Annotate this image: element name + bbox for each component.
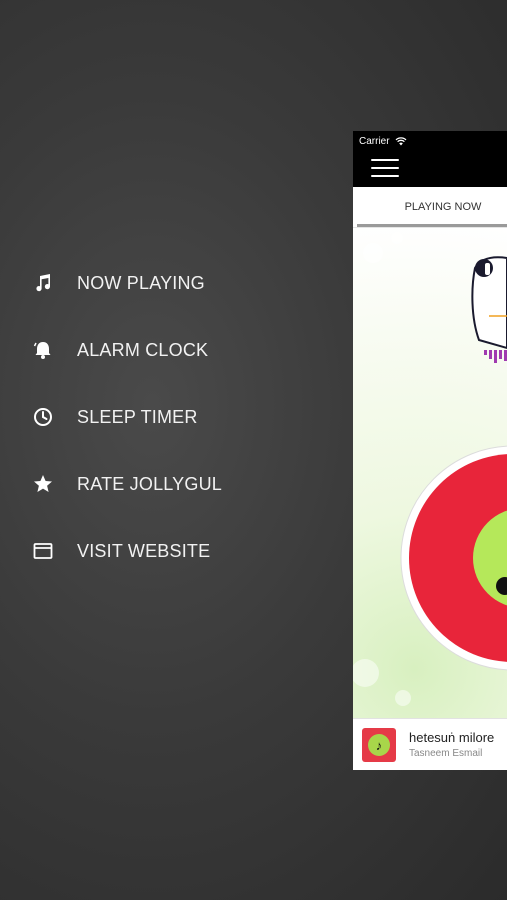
tab-playing-now[interactable]: PLAYING NOW	[353, 187, 507, 227]
menu-item-visit-website[interactable]: VISIT WEBSITE	[32, 534, 332, 568]
music-note-icon: ♪	[368, 734, 390, 756]
menu-item-label: RATE JOLLYGUL	[77, 473, 222, 494]
track-thumbnail: ♪	[362, 728, 396, 762]
menu-item-alarm-clock[interactable]: ALARM CLOCK	[32, 333, 332, 367]
carrier-label: Carrier	[359, 135, 390, 147]
menu-item-label: ALARM CLOCK	[77, 339, 209, 360]
tab-label: PLAYING NOW	[404, 201, 482, 213]
music-note-icon	[32, 272, 54, 294]
app-panel[interactable]: Carrier PLAYING NOW ♪ hetesuṅ milore Tas…	[353, 131, 507, 770]
star-icon	[32, 473, 54, 495]
nav-bar	[353, 151, 507, 187]
menu-item-label: SLEEP TIMER	[77, 406, 198, 427]
track-title: hetesuṅ milore	[409, 730, 495, 745]
mini-player[interactable]: ♪ hetesuṅ milore Tasneem Esmail	[353, 718, 507, 770]
tab-bar: PLAYING NOW	[353, 187, 507, 228]
album-artwork	[353, 228, 507, 718]
status-bar: Carrier	[353, 131, 507, 151]
browser-window-icon	[32, 540, 54, 562]
logo-graphic	[471, 256, 507, 363]
menu-item-sleep-timer[interactable]: SLEEP TIMER	[32, 400, 332, 434]
menu-item-label: VISIT WEBSITE	[77, 540, 211, 561]
tab-indicator	[357, 224, 507, 227]
wifi-icon	[395, 136, 407, 146]
menu-item-now-playing[interactable]: NOW PLAYING	[32, 266, 332, 300]
clock-icon	[32, 406, 54, 428]
bell-icon	[32, 339, 54, 361]
menu-item-label: NOW PLAYING	[77, 272, 205, 293]
hamburger-menu-icon[interactable]	[371, 159, 399, 179]
track-artist: Tasneem Esmail	[409, 748, 483, 759]
menu-item-rate-jollygul[interactable]: RATE JOLLYGUL	[32, 467, 332, 501]
